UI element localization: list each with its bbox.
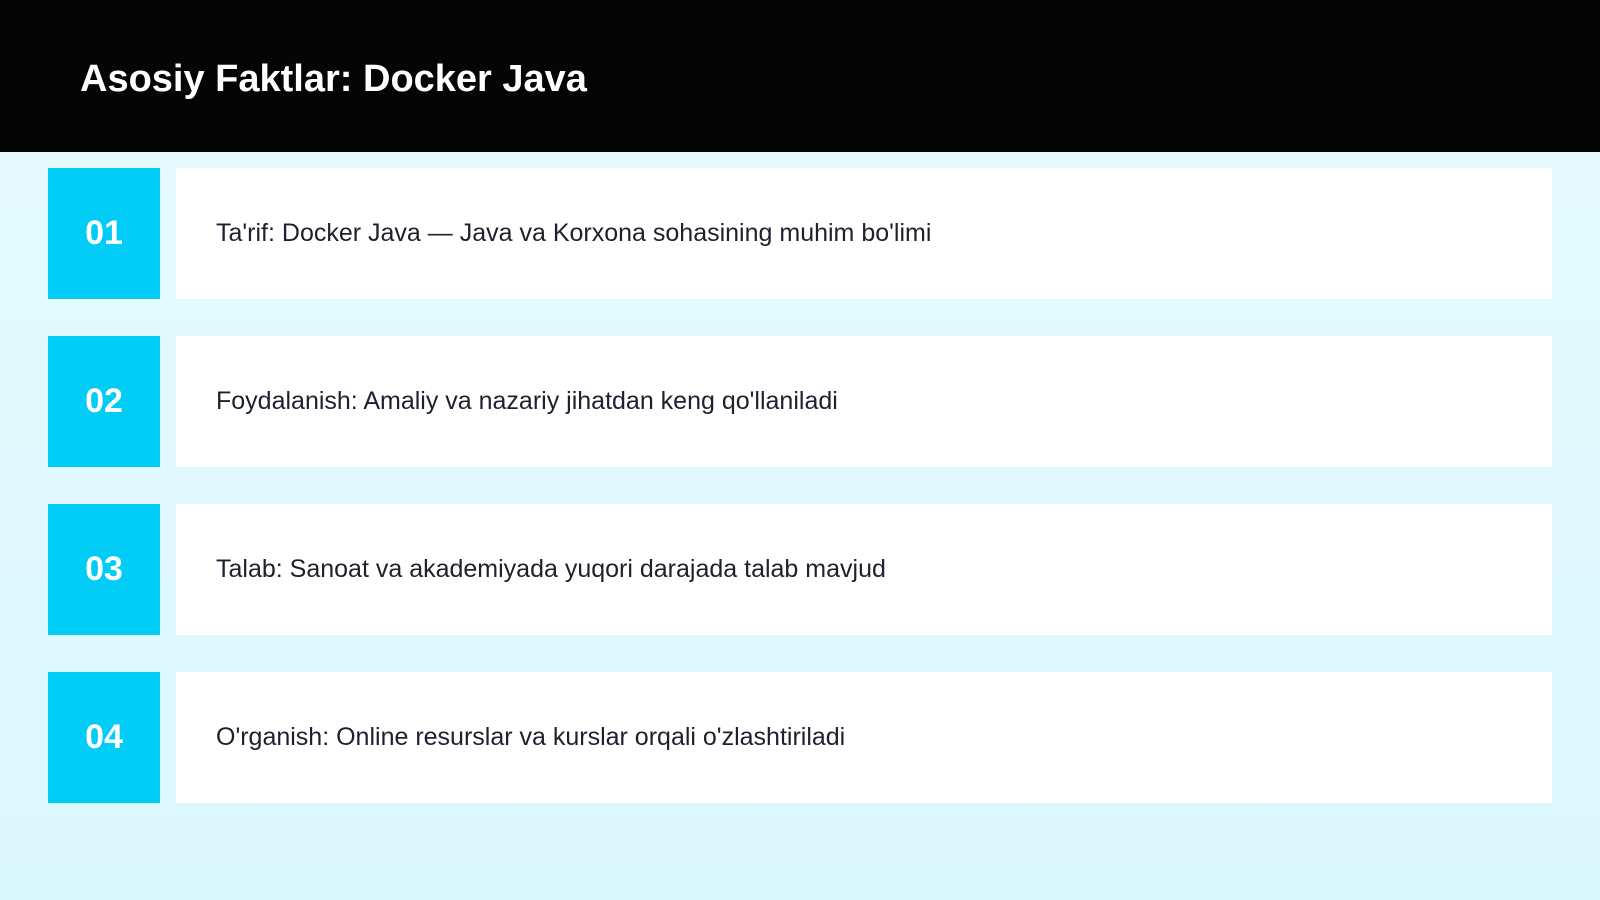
fact-number-badge: 03 <box>48 504 160 635</box>
fact-number-badge: 02 <box>48 336 160 467</box>
slide-content: 01 Ta'rif: Docker Java — Java va Korxona… <box>0 152 1600 900</box>
fact-item: 02 Foydalanish: Amaliy va nazariy jihatd… <box>48 336 1552 467</box>
fact-text: Talab: Sanoat va akademiyada yuqori dara… <box>176 504 1552 635</box>
fact-text: Ta'rif: Docker Java — Java va Korxona so… <box>176 168 1552 299</box>
fact-number-badge: 04 <box>48 672 160 803</box>
fact-item: 01 Ta'rif: Docker Java — Java va Korxona… <box>48 168 1552 299</box>
fact-item: 04 O'rganish: Online resurslar va kursla… <box>48 672 1552 803</box>
fact-text: O'rganish: Online resurslar va kurslar o… <box>176 672 1552 803</box>
fact-number-badge: 01 <box>48 168 160 299</box>
fact-text: Foydalanish: Amaliy va nazariy jihatdan … <box>176 336 1552 467</box>
slide-header: Asosiy Faktlar: Docker Java <box>0 0 1600 152</box>
fact-item: 03 Talab: Sanoat va akademiyada yuqori d… <box>48 504 1552 635</box>
slide-title: Asosiy Faktlar: Docker Java <box>80 58 587 100</box>
